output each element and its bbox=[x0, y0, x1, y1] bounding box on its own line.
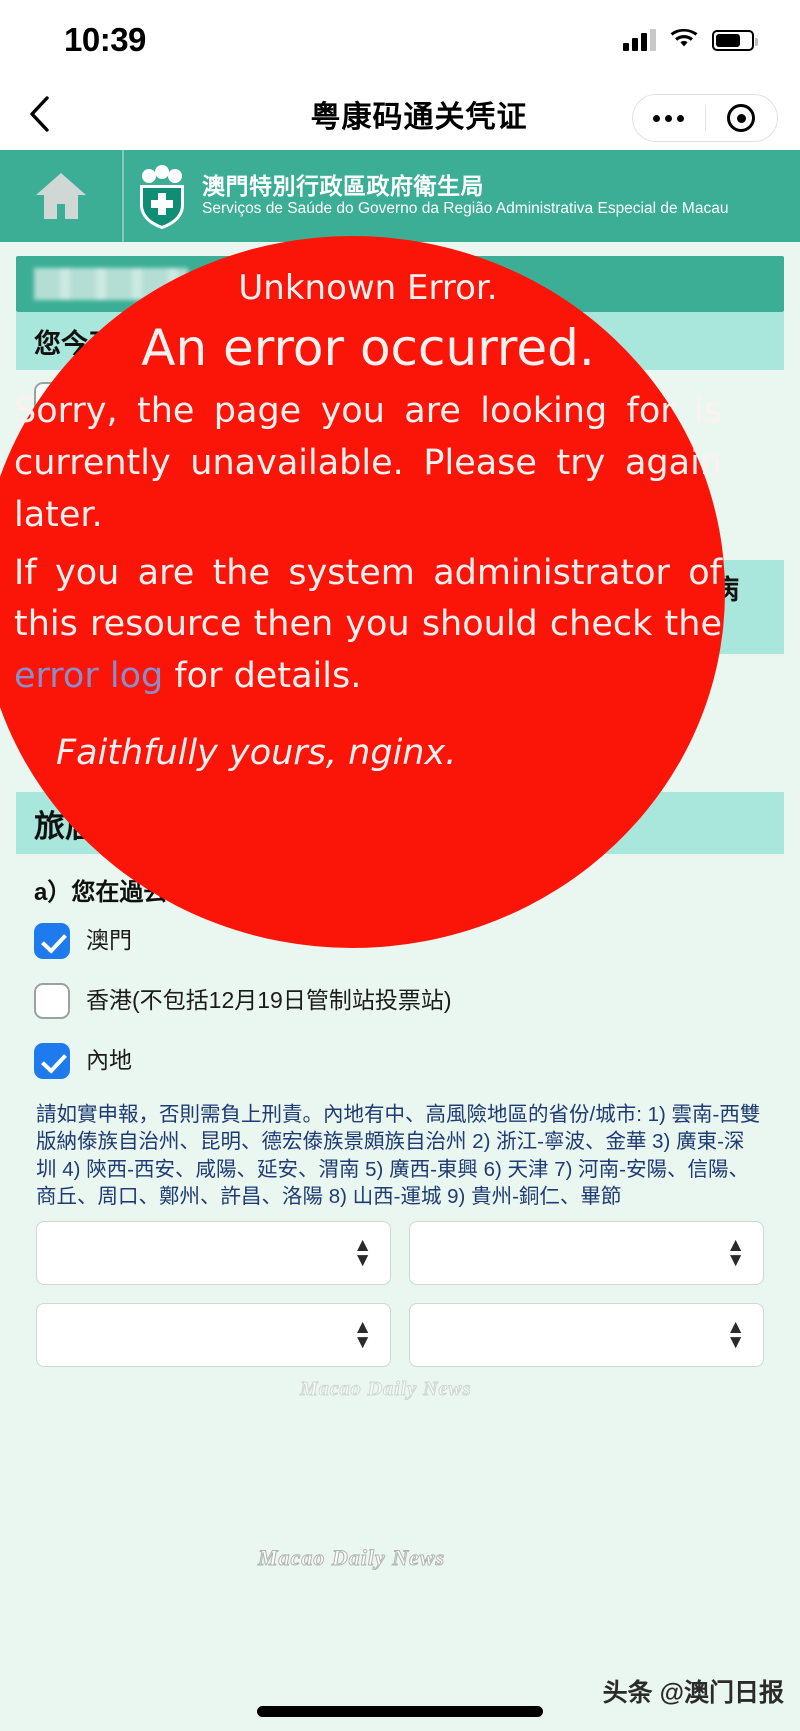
nav-bar: 粤康码通关凭证 bbox=[0, 80, 800, 148]
travel-place-mainland[interactable]: 內地 bbox=[0, 1031, 800, 1091]
risk-area-notice: 請如實申報，否則需負上刑責。內地有中、高風險地區的省份/城市: 1) 雲南-西雙… bbox=[36, 1103, 761, 1209]
checkbox-checked-icon[interactable] bbox=[34, 923, 70, 959]
wifi-icon bbox=[670, 28, 698, 51]
phone-screen: 10:39 粤康码通关凭证 澳門特別行政區政府衛生局 Serviços de S… bbox=[0, 0, 800, 1731]
close-miniapp-button[interactable] bbox=[706, 104, 778, 132]
more-dots-icon bbox=[653, 114, 685, 122]
checkbox-checked-icon[interactable] bbox=[34, 1043, 70, 1079]
home-indicator bbox=[257, 1706, 543, 1717]
status-indicators bbox=[623, 28, 758, 51]
province-select-1[interactable]: ▲ ▼ bbox=[36, 1220, 391, 1285]
travel-place-label: 內地 bbox=[86, 1047, 132, 1074]
home-button[interactable] bbox=[0, 169, 122, 223]
watermark-corner: 头条 @澳门日报 bbox=[602, 1679, 784, 1707]
target-circle-icon bbox=[727, 104, 756, 132]
stepper-updown-icon: ▲ ▼ bbox=[726, 1234, 745, 1271]
travel-place-label: 澳門 bbox=[86, 927, 132, 954]
more-menu-button[interactable] bbox=[633, 114, 705, 122]
cellular-signal-icon bbox=[623, 29, 656, 51]
watermark-mid: Macao Daily News bbox=[300, 1378, 472, 1401]
province-select-2[interactable]: ▲ ▼ bbox=[36, 1302, 391, 1367]
city-select-2[interactable]: ▲ ▼ bbox=[409, 1302, 764, 1367]
status-bar: 10:39 bbox=[0, 0, 800, 80]
watermark-center: Macao Daily News bbox=[257, 1545, 446, 1571]
brand-name-pt: Serviços de Saúde do Governo da Região A… bbox=[202, 199, 729, 217]
stepper-updown-icon: ▲ ▼ bbox=[353, 1234, 372, 1271]
checkbox-unchecked-icon[interactable] bbox=[34, 983, 70, 1019]
battery-icon bbox=[712, 29, 758, 51]
status-time: 10:39 bbox=[64, 21, 146, 58]
brand-text: 澳門特別行政區政府衛生局 Serviços de Saúde do Govern… bbox=[200, 172, 800, 218]
brand-name-cn: 澳門特別行政區政府衛生局 bbox=[202, 172, 484, 199]
stepper-updown-icon: ▲ ▼ bbox=[726, 1316, 745, 1353]
travel-place-hongkong[interactable]: 香港(不包括12月19日管制站投票站) bbox=[0, 971, 800, 1031]
select-row-2: ▲ ▼ ▲ ▼ bbox=[36, 1302, 764, 1367]
error-overlay-circle bbox=[0, 236, 725, 948]
city-select-1[interactable]: ▲ ▼ bbox=[409, 1220, 764, 1285]
select-row-1: ▲ ▼ ▲ ▼ bbox=[36, 1220, 764, 1285]
brand-header: 澳門特別行政區政府衛生局 Serviços de Saúde do Govern… bbox=[0, 150, 800, 242]
travel-place-label: 香港(不包括12月19日管制站投票站) bbox=[86, 987, 452, 1014]
region-selects: ▲ ▼ ▲ ▼ ▲ ▼ ▲ ▼ bbox=[0, 1211, 800, 1367]
home-icon bbox=[36, 173, 86, 219]
stepper-updown-icon: ▲ ▼ bbox=[353, 1316, 372, 1353]
health-shield-icon bbox=[124, 163, 200, 229]
wechat-capsule bbox=[632, 94, 778, 142]
